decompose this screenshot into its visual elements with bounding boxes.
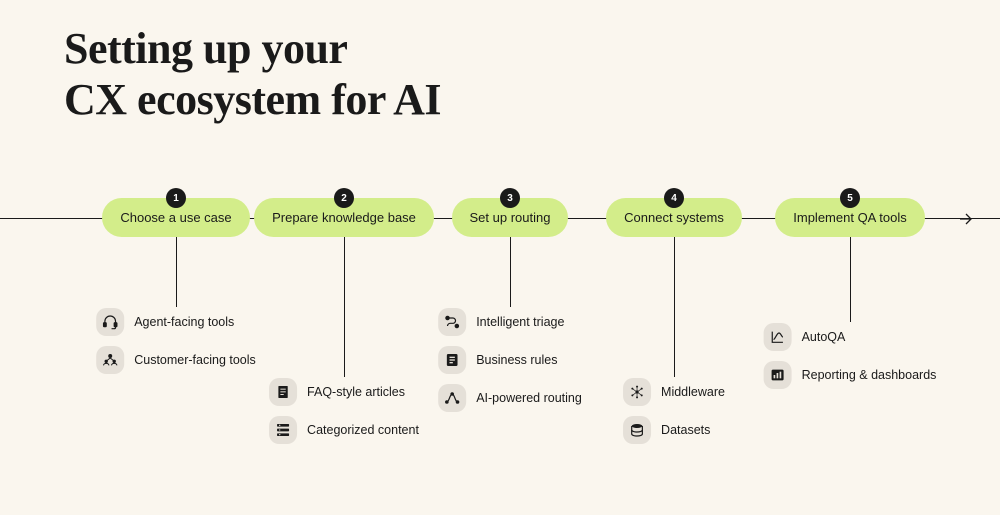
step-number-badge: 3 [500, 188, 520, 208]
customers-icon [96, 346, 124, 374]
detail-label: AI-powered routing [476, 391, 582, 405]
step-number-badge: 4 [664, 188, 684, 208]
step-3: 3Set up routingIntelligent triageBusines… [430, 198, 590, 307]
dashboard-icon [764, 361, 792, 389]
detail-item: Business rules [438, 346, 582, 374]
step-1: 1Choose a use caseAgent-facing toolsCust… [96, 198, 256, 307]
connector-line [850, 237, 851, 322]
autoqa-icon [764, 323, 792, 351]
detail-item: FAQ-style articles [269, 378, 419, 406]
connector-line [674, 237, 675, 377]
page-title: Setting up your CX ecosystem for AI [64, 24, 441, 125]
detail-label: Datasets [661, 423, 710, 437]
middleware-icon [623, 378, 651, 406]
detail-label: Agent-facing tools [134, 315, 234, 329]
route-icon [438, 308, 466, 336]
rules-icon [438, 346, 466, 374]
airouting-icon [438, 384, 466, 412]
doc-icon [269, 378, 297, 406]
detail-item: Datasets [623, 416, 725, 444]
detail-label: Business rules [476, 353, 557, 367]
detail-list: Intelligent triage Business rules AI-power… [438, 308, 582, 412]
step-number-badge: 2 [334, 188, 354, 208]
detail-label: FAQ-style articles [307, 385, 405, 399]
detail-label: Middleware [661, 385, 725, 399]
detail-list: Agent-facing tools Customer-facing tools [96, 308, 256, 374]
detail-list: Middleware Datasets [623, 378, 725, 444]
step-2: 2Prepare knowledge baseFAQ-style article… [264, 198, 424, 377]
arrow-right-icon [960, 212, 974, 226]
step-5: 5Implement QA toolsAutoQAReporting & das… [770, 198, 930, 322]
detail-label: Categorized content [307, 423, 419, 437]
step-4: 4Connect systemsMiddlewareDatasets [594, 198, 754, 377]
detail-item: AutoQA [764, 323, 937, 351]
detail-item: Customer-facing tools [96, 346, 256, 374]
detail-item: Middleware [623, 378, 725, 406]
detail-label: Reporting & dashboards [802, 368, 937, 382]
detail-item: Intelligent triage [438, 308, 582, 336]
detail-label: Intelligent triage [476, 315, 564, 329]
connector-line [344, 237, 345, 377]
detail-list: FAQ-style articles Categorized content [269, 378, 419, 444]
step-number-badge: 1 [166, 188, 186, 208]
detail-item: Agent-facing tools [96, 308, 256, 336]
detail-list: AutoQA Reporting & dashboards [764, 323, 937, 389]
detail-label: AutoQA [802, 330, 846, 344]
step-number-badge: 5 [840, 188, 860, 208]
detail-item: Reporting & dashboards [764, 361, 937, 389]
headset-icon [96, 308, 124, 336]
detail-label: Customer-facing tools [134, 353, 256, 367]
connector-line [176, 237, 177, 307]
connector-line [510, 237, 511, 307]
categorize-icon [269, 416, 297, 444]
detail-item: AI-powered routing [438, 384, 582, 412]
detail-item: Categorized content [269, 416, 419, 444]
datasets-icon [623, 416, 651, 444]
